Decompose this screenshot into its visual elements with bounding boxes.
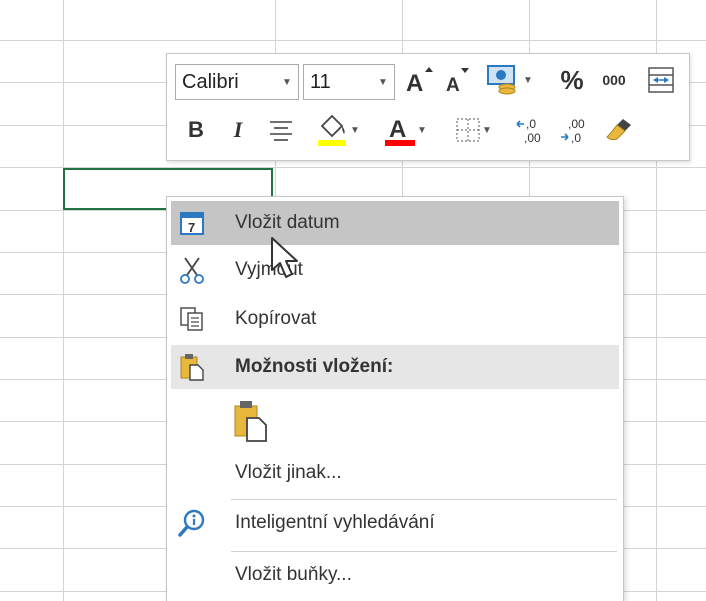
chevron-down-icon[interactable]: ▼ (350, 125, 360, 136)
borders-icon (456, 118, 480, 142)
paste-option-icon[interactable] (229, 397, 273, 445)
format-painter-button[interactable] (599, 110, 639, 150)
smart-lookup-icon (175, 506, 209, 540)
increase-decimal-icon: ,0 ,00 (516, 117, 541, 145)
format-painter-icon (606, 119, 631, 141)
copy-icon (175, 302, 209, 336)
svg-text:,0: ,0 (571, 131, 581, 145)
percent-label: % (560, 64, 584, 95)
fill-color-icon (318, 114, 347, 146)
calendar-icon: 7 (175, 206, 209, 240)
bold-label: B (188, 117, 204, 142)
bold-button[interactable]: B (181, 110, 211, 150)
fill-color-button[interactable]: ▼ (307, 110, 367, 150)
menu-separator (231, 499, 617, 500)
increase-font-size-button[interactable]: A (401, 60, 437, 100)
accounting-format-button[interactable]: ▼ (481, 60, 537, 100)
chevron-down-icon[interactable]: ▼ (523, 75, 533, 86)
percent-style-button[interactable]: % (555, 60, 589, 100)
menu-item-paste-special[interactable]: Vložit jinak... (171, 451, 619, 495)
svg-text:A: A (406, 70, 423, 96)
borders-button[interactable]: ▼ (445, 110, 501, 150)
decrease-font-size-button[interactable]: A (441, 60, 475, 100)
menu-item-copy[interactable]: Kopírovat (171, 297, 619, 341)
mini-toolbar-row-1: Calibri ▼ 11 ▼ A A ▼ % 000 (167, 60, 689, 104)
font-size-combo[interactable]: 11 ▼ (303, 64, 395, 100)
menu-item-label: Vložit datum (235, 212, 340, 233)
chevron-down-icon[interactable]: ▼ (276, 77, 298, 88)
svg-text:A: A (389, 116, 406, 143)
menu-header-label: Možnosti vložení: (235, 356, 394, 377)
decrease-decimal-button[interactable]: ,00 ,0 (555, 110, 595, 150)
menu-item-label: Vložit buňky... (235, 564, 352, 585)
merge-center-button[interactable] (641, 60, 681, 100)
italic-button[interactable]: I (223, 110, 253, 150)
decrease-decimal-icon: ,00 ,0 (561, 117, 585, 145)
svg-text:,00: ,00 (568, 117, 585, 131)
merge-center-icon (648, 67, 674, 93)
font-color-button[interactable]: A ▼ (377, 110, 433, 150)
menu-item-smart-lookup[interactable]: Inteligentní vyhledávání (171, 501, 619, 545)
mini-toolbar-row-2: B I ▼ A ▼ ▼ ,0 ,00 ,00 ,0 (167, 110, 689, 154)
font-name-combo[interactable]: Calibri ▼ (175, 64, 299, 100)
menu-separator (231, 551, 617, 552)
context-menu: 7 Vložit datum Vyjmout Kopírovat Možnost… (166, 196, 624, 601)
paste-icon (175, 350, 209, 384)
font-name-value: Calibri (182, 70, 239, 93)
italic-label: I (233, 117, 243, 142)
font-size-value: 11 (310, 70, 331, 93)
menu-item-cut[interactable]: Vyjmout (171, 248, 619, 292)
decrease-font-size-icon: A (446, 68, 469, 96)
center-align-icon (270, 121, 292, 141)
mouse-cursor-icon (271, 237, 298, 278)
increase-font-size-icon: A (406, 67, 433, 96)
menu-item-insert-date[interactable]: 7 Vložit datum (171, 201, 619, 245)
comma-style-button[interactable]: 000 (595, 60, 633, 100)
center-align-button[interactable] (263, 110, 299, 150)
scissors-icon (175, 253, 209, 287)
menu-item-label: Inteligentní vyhledávání (235, 512, 435, 533)
chevron-down-icon[interactable]: ▼ (417, 125, 427, 136)
chevron-down-icon[interactable]: ▼ (372, 77, 394, 88)
accounting-format-icon (487, 65, 516, 95)
menu-item-label: Vložit jinak... (235, 462, 342, 483)
paste-option-button[interactable] (171, 393, 619, 449)
menu-item-label: Kopírovat (235, 308, 317, 329)
menu-item-insert-cells[interactable]: Vložit buňky... (171, 553, 619, 597)
svg-text:A: A (446, 75, 460, 96)
font-color-icon: A (385, 116, 416, 146)
svg-text:7: 7 (188, 220, 195, 235)
chevron-down-icon[interactable]: ▼ (482, 125, 492, 136)
svg-text:,0: ,0 (526, 117, 536, 131)
mini-toolbar: Calibri ▼ 11 ▼ A A ▼ % 000 B I ▼ A ▼ ▼ ,… (166, 53, 690, 161)
increase-decimal-button[interactable]: ,0 ,00 (511, 110, 551, 150)
thousands-label: 000 (602, 72, 626, 88)
svg-text:,00: ,00 (524, 131, 541, 145)
menu-header-paste-options: Možnosti vložení: (171, 345, 619, 389)
